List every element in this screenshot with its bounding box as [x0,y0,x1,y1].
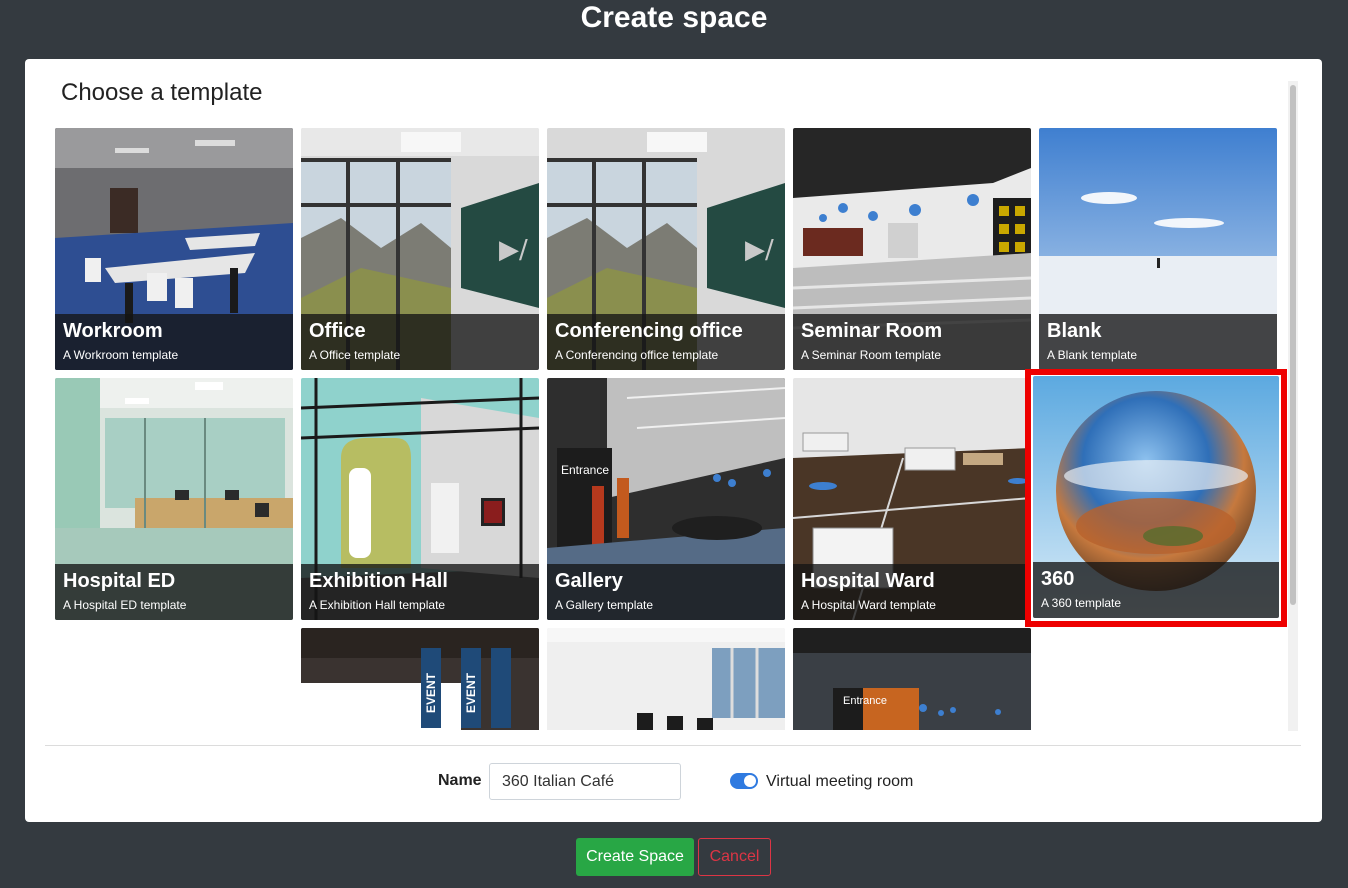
card-caption: 360 A 360 template [1033,562,1279,618]
card-caption: Conferencing office A Conferencing offic… [547,314,785,370]
template-card-seminar-room[interactable]: Seminar Room A Seminar Room template [793,128,1031,370]
card-caption: Hospital ED A Hospital ED template [55,564,293,620]
page-title: Create space [580,1,768,34]
gallery-entrance-sign: Entrance [561,463,609,477]
card-caption: Office A Office template [301,314,539,370]
template-subtitle: A Workroom template [63,348,179,362]
template-card-blank[interactable]: Blank A Blank template [1039,128,1277,370]
card-caption: Hospital Ward A Hospital Ward template [793,564,1031,620]
template-title: Office [309,320,366,342]
template-subtitle: A Seminar Room template [801,348,942,362]
template-card-exhibition-hall[interactable]: Exhibition Hall A Exhibition Hall templa… [301,378,539,620]
template-subtitle: A Gallery template [555,598,654,612]
template-title: Conferencing office [555,320,743,342]
form-divider [45,745,1301,746]
vertical-scrollbar[interactable] [1288,81,1298,731]
template-title: Blank [1047,320,1102,342]
template-subtitle: A Blank template [1047,348,1138,362]
event-banner-text: EVENT [424,672,438,713]
template-card-entrance-hall[interactable]: Entrance [793,628,1031,730]
template-title: Seminar Room [801,320,943,342]
svg-text:▶/: ▶/ [745,235,774,265]
template-title: 360 [1041,568,1075,590]
toggle-knob [744,775,756,787]
section-title: Choose a template [61,79,263,106]
name-label: Name [438,772,482,789]
template-card-360[interactable]: 360 A 360 template [1033,376,1279,618]
card-caption: Seminar Room A Seminar Room template [793,314,1031,370]
template-subtitle: A Exhibition Hall template [309,598,446,612]
template-subtitle: A Hospital ED template [63,598,187,612]
template-card-hospital-ed[interactable]: Hospital ED A Hospital ED template [55,378,293,620]
template-card-office[interactable]: ▶/ Office A Office template [301,128,539,370]
template-grid: Workroom A Workroom template ▶/ Office A… [53,126,1293,730]
template-subtitle: A Office template [309,348,401,362]
card-caption: Blank A Blank template [1039,314,1277,370]
boardroom-thumbnail [547,628,785,730]
template-title: Exhibition Hall [309,570,448,592]
svg-text:▶/: ▶/ [499,235,528,265]
entrance-hall-thumbnail: Entrance [793,628,1031,730]
template-title: Gallery [555,570,623,592]
template-subtitle: A Conferencing office template [555,348,719,362]
create-space-button[interactable]: Create Space [576,838,694,876]
event-banner-text: EVENT [464,672,478,713]
name-input[interactable] [489,763,681,800]
template-title: Hospital ED [63,570,176,592]
template-card-boardroom[interactable] [547,628,785,730]
virtual-meeting-label: Virtual meeting room [766,773,914,790]
template-title: Hospital Ward [801,570,935,592]
template-subtitle: A Hospital Ward template [801,598,936,612]
template-title: Workroom [63,320,163,342]
template-card-event-hall[interactable]: EVENT EVENT [301,628,539,730]
card-caption: Gallery A Gallery template [547,564,785,620]
entrance-sign: Entrance [843,695,887,707]
card-caption: Exhibition Hall A Exhibition Hall templa… [301,564,539,620]
template-card-conferencing-office[interactable]: ▶/ Conferencing office A Conferencing of… [547,128,785,370]
cancel-button[interactable]: Cancel [698,838,771,876]
virtual-meeting-toggle[interactable] [730,773,758,789]
event-hall-thumbnail: EVENT EVENT [301,628,539,730]
template-panel: Choose a template Workroom A Workroom te… [25,59,1322,822]
template-card-gallery[interactable]: Entrance Gallery A Gallery template [547,378,785,620]
card-caption: Workroom A Workroom template [55,314,293,370]
scrollbar-thumb[interactable] [1290,85,1296,605]
template-card-hospital-ward[interactable]: Hospital Ward A Hospital Ward template [793,378,1031,620]
template-subtitle: A 360 template [1041,596,1122,610]
template-card-workroom[interactable]: Workroom A Workroom template [55,128,293,370]
